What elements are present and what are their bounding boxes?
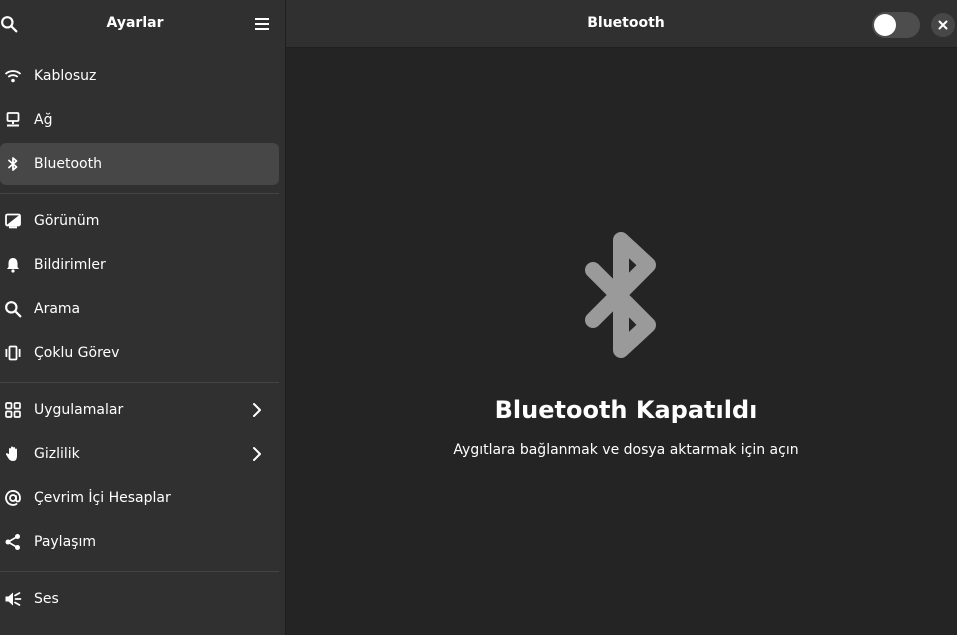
sidebar-item-kablosuz[interactable]: Kablosuz xyxy=(0,55,279,97)
sidebar-item-gizlilik[interactable]: Gizlilik xyxy=(0,433,279,475)
multitasking-icon xyxy=(4,344,22,362)
sidebar-item-paylasim[interactable]: Paylaşım xyxy=(0,521,279,563)
sidebar-item-label: Paylaşım xyxy=(34,534,96,550)
sidebar-item-ses[interactable]: Ses xyxy=(0,578,279,620)
content-header: Bluetooth xyxy=(286,0,957,48)
apps-grid-icon xyxy=(4,401,22,419)
sidebar: Ayarlar Kablosuz Ağ Bluetooth Görünüm Bi… xyxy=(0,0,285,635)
at-sign-icon xyxy=(4,489,22,507)
share-icon xyxy=(4,533,22,551)
speaker-icon xyxy=(4,590,22,608)
sidebar-item-label: Gizlilik xyxy=(34,446,80,462)
close-button[interactable] xyxy=(931,13,955,37)
sidebar-item-label: Ağ xyxy=(34,112,53,128)
sidebar-item-coklu-gorev[interactable]: Çoklu Görev xyxy=(0,332,279,374)
close-icon xyxy=(938,20,948,30)
sidebar-item-label: Arama xyxy=(34,301,81,317)
sidebar-item-label: Bildirimler xyxy=(34,257,106,273)
content-pane: Bluetooth Bluetooth Kapatıldı Aygıtlara … xyxy=(286,0,957,635)
sidebar-separator xyxy=(0,571,279,572)
wifi-icon xyxy=(4,67,22,85)
sidebar-item-arama[interactable]: Arama xyxy=(0,288,279,330)
sidebar-item-bluetooth[interactable]: Bluetooth xyxy=(0,143,279,185)
bluetooth-icon xyxy=(4,155,22,173)
bell-icon xyxy=(4,256,22,274)
sidebar-item-cevrim-ici-hesaplar[interactable]: Çevrim İçi Hesaplar xyxy=(0,477,279,519)
chevron-right-icon xyxy=(249,401,265,419)
sidebar-item-label: Çevrim İçi Hesaplar xyxy=(34,490,171,506)
appearance-icon xyxy=(4,212,22,230)
sidebar-header: Ayarlar xyxy=(0,0,285,48)
sidebar-item-label: Bluetooth xyxy=(34,156,102,172)
sidebar-item-label: Uygulamalar xyxy=(34,402,124,418)
status-description: Aygıtlara bağlanmak ve dosya aktarmak iç… xyxy=(453,442,799,458)
sidebar-item-label: Kablosuz xyxy=(34,68,97,84)
sidebar-item-uygulamalar[interactable]: Uygulamalar xyxy=(0,389,279,431)
page-title: Bluetooth xyxy=(587,15,665,31)
hand-icon xyxy=(4,445,22,463)
main-menu-button[interactable] xyxy=(250,12,274,36)
network-icon xyxy=(4,111,22,129)
sidebar-item-ag[interactable]: Ağ xyxy=(0,99,279,141)
sidebar-item-gorunum[interactable]: Görünüm xyxy=(0,200,279,242)
sidebar-separator xyxy=(0,382,279,383)
chevron-right-icon xyxy=(249,445,265,463)
sidebar-item-label: Ses xyxy=(34,591,59,607)
toggle-knob xyxy=(874,14,896,36)
status-title: Bluetooth Kapatıldı xyxy=(494,396,758,424)
bluetooth-status-icon xyxy=(585,232,656,358)
sidebar-item-label: Görünüm xyxy=(34,213,100,229)
sidebar-title: Ayarlar xyxy=(106,15,164,31)
hamburger-menu-icon xyxy=(255,18,269,30)
sidebar-item-bildirimler[interactable]: Bildirimler xyxy=(0,244,279,286)
search-icon xyxy=(4,300,22,318)
sidebar-item-label: Çoklu Görev xyxy=(34,345,120,361)
bluetooth-toggle[interactable] xyxy=(872,12,920,38)
sidebar-separator xyxy=(0,193,279,194)
